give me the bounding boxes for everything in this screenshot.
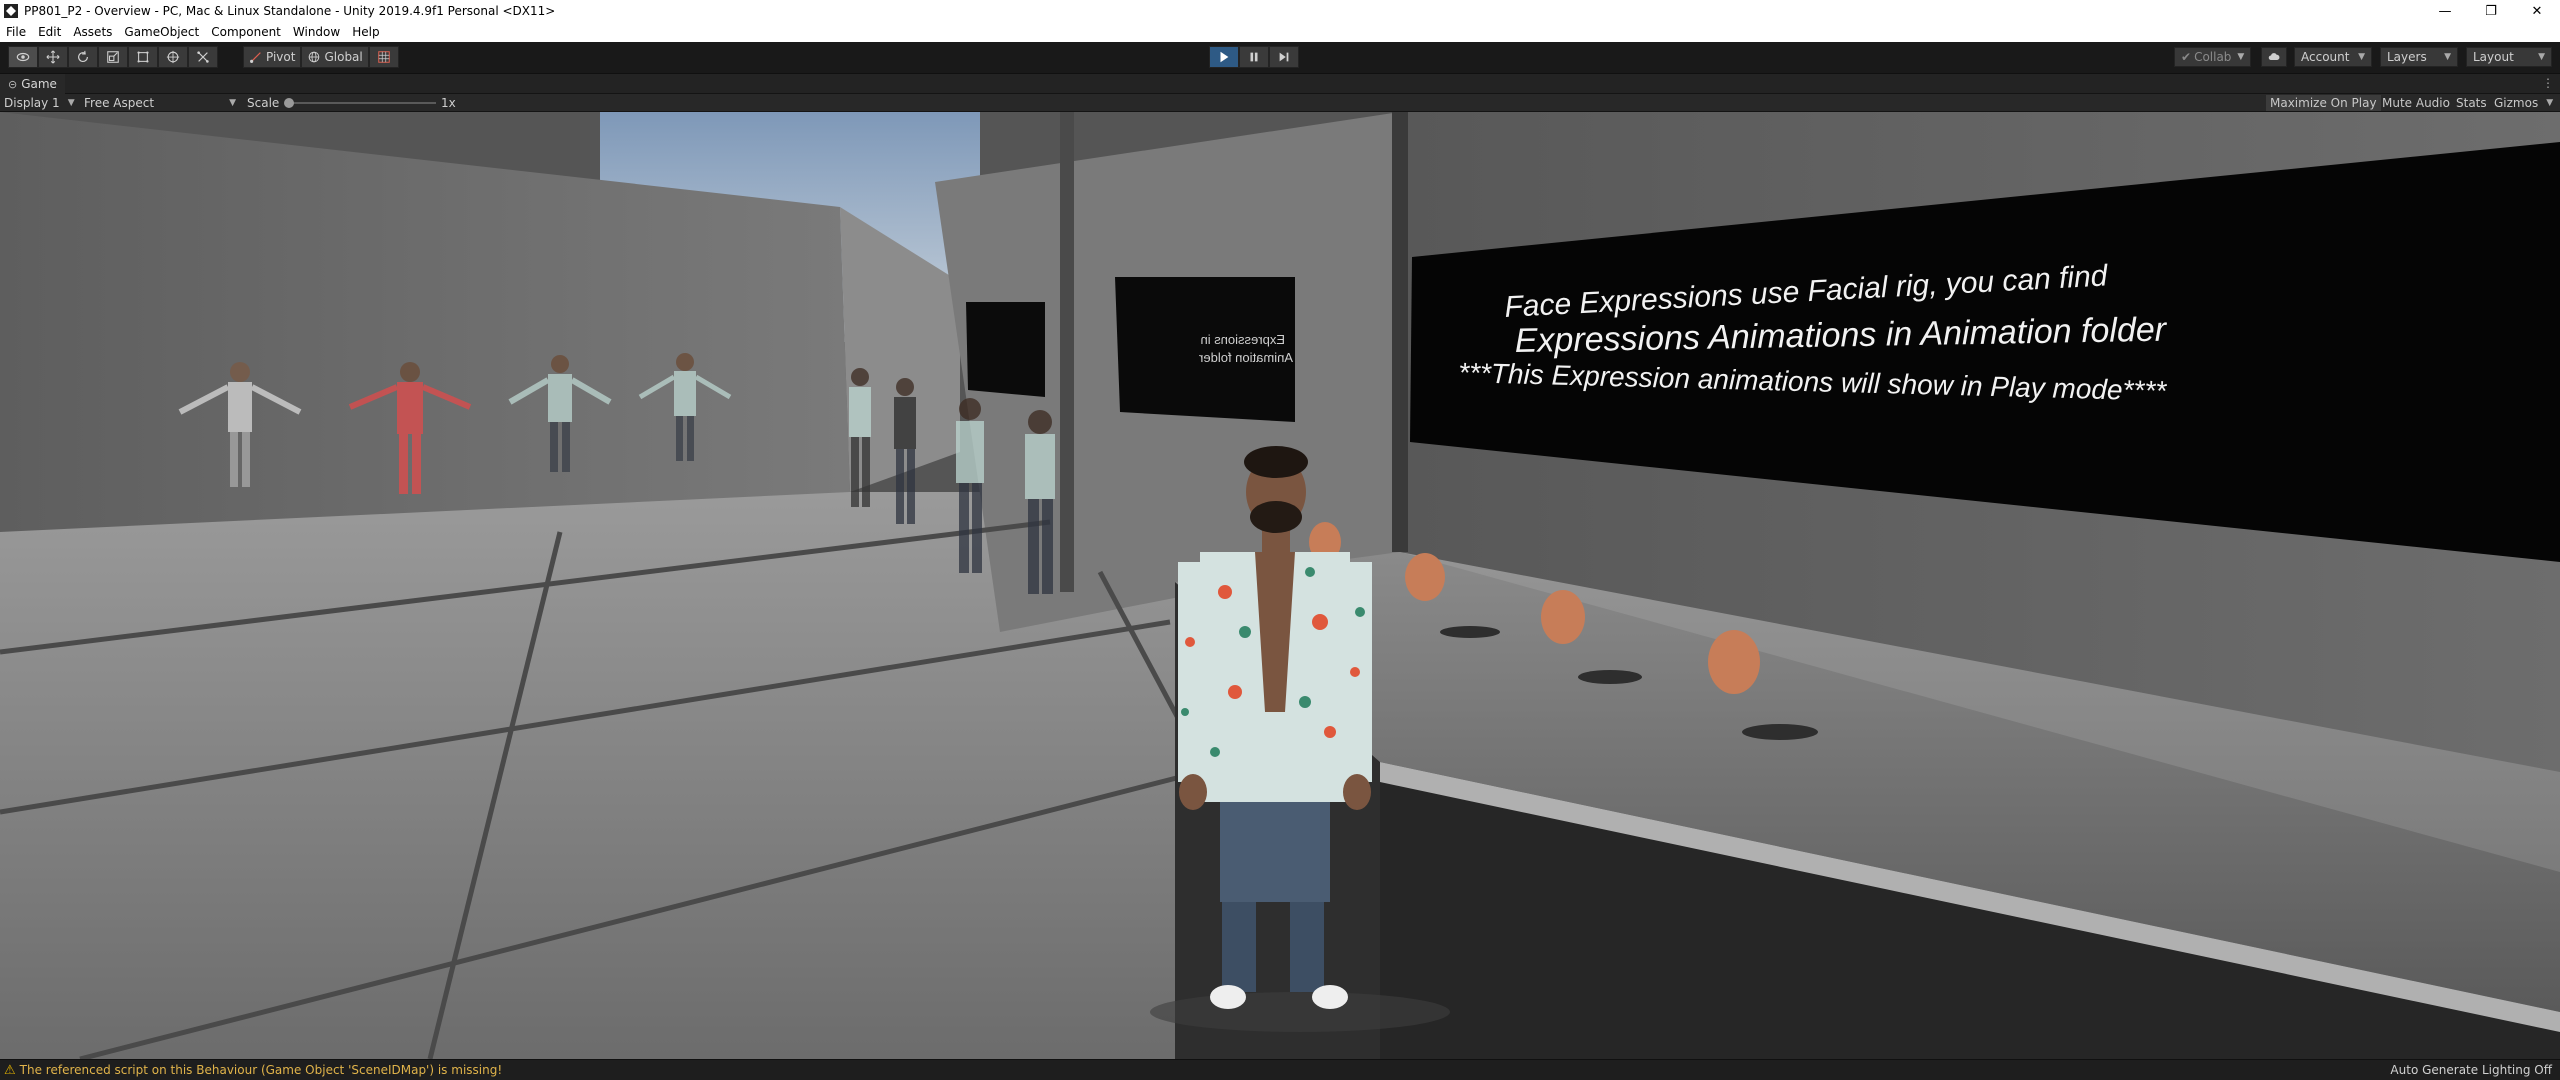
scale-slider-track[interactable] (286, 102, 436, 104)
layers-label: Layers (2387, 50, 2427, 64)
chevron-down-icon: ▼ (2444, 52, 2451, 62)
small-sign-line-2: Animation folder (1198, 350, 1293, 365)
console-message[interactable]: The referenced script on this Behaviour … (20, 1063, 503, 1077)
eye-icon (16, 52, 30, 62)
step-button[interactable] (1269, 46, 1299, 68)
scale-slider-handle[interactable] (284, 98, 294, 108)
maximize-on-play-toggle[interactable]: Maximize On Play (2266, 95, 2381, 111)
layout-label: Layout (2473, 50, 2514, 64)
rotate-tool-button[interactable] (68, 46, 98, 68)
scene-render: Face Expressions use Facial rig, you can… (0, 112, 2560, 1059)
menu-bar: File Edit Assets GameObject Component Wi… (0, 22, 2560, 42)
display-label: Display 1 (4, 96, 60, 110)
chevron-down-icon: ▼ (2358, 52, 2365, 62)
menu-component[interactable]: Component (205, 25, 287, 39)
view-tool-button[interactable] (8, 46, 38, 68)
scale-value: 1x (441, 96, 456, 110)
transform-tool-button[interactable] (158, 46, 188, 68)
menu-assets[interactable]: Assets (67, 25, 118, 39)
restore-button[interactable]: ❐ (2468, 0, 2514, 22)
minimize-button[interactable]: — (2422, 0, 2468, 22)
account-label: Account (2301, 50, 2350, 64)
cloud-button[interactable] (2261, 47, 2287, 67)
aspect-dropdown[interactable]: Free Aspect ▼ (84, 96, 236, 110)
main-toolbar: Pivot Global ✔ Collab ▼ Account ▼ Layers (0, 42, 2560, 74)
transform-tools (8, 46, 218, 68)
pause-button[interactable] (1239, 46, 1269, 68)
scale-tool-button[interactable] (98, 46, 128, 68)
transform-icon (166, 50, 180, 64)
pivot-label: Pivot (266, 50, 296, 64)
collab-check-icon: ✔ (2181, 50, 2192, 64)
window-controls: — ❐ ✕ (2422, 0, 2560, 22)
play-icon (1220, 51, 1229, 63)
chevron-down-icon: ▼ (2546, 98, 2554, 108)
game-tab-bar: ⊝ Game ⋮ (0, 74, 2560, 94)
unity-logo-icon (4, 4, 18, 18)
global-label: Global (324, 50, 363, 64)
window-title: PP801_P2 - Overview - PC, Mac & Linux St… (24, 4, 556, 18)
cloud-icon (2268, 53, 2280, 60)
stats-toggle[interactable]: Stats (2452, 95, 2491, 111)
tab-game-label: Game (21, 77, 57, 91)
small-sign-line-1: Expressions in (1200, 332, 1285, 347)
layout-dropdown[interactable]: Layout ▼ (2466, 47, 2552, 67)
globe-icon (309, 51, 320, 63)
gamepad-icon: ⊝ (8, 77, 18, 91)
gizmos-dropdown[interactable]: Gizmos ▼ (2490, 95, 2557, 111)
wall-pillar (1392, 112, 1408, 552)
aspect-label: Free Aspect (84, 96, 155, 110)
pivot-icon (250, 52, 261, 63)
tab-game[interactable]: ⊝ Game (0, 74, 65, 94)
menu-help[interactable]: Help (346, 25, 385, 39)
status-bar[interactable]: ⚠ The referenced script on this Behaviou… (0, 1059, 2560, 1080)
chevron-down-icon: ▼ (67, 98, 75, 108)
title-bar: PP801_P2 - Overview - PC, Mac & Linux St… (0, 0, 2560, 22)
pivot-toggle[interactable]: Pivot (243, 46, 302, 68)
gizmos-label: Gizmos (2494, 96, 2539, 110)
warning-icon: ⚠ (4, 1062, 16, 1078)
scale-icon (107, 51, 119, 63)
chevron-down-icon: ▼ (2538, 52, 2545, 62)
handle-toggles: Pivot Global (243, 46, 399, 68)
menu-window[interactable]: Window (287, 25, 346, 39)
display-dropdown[interactable]: Display 1 ▼ (4, 96, 75, 110)
layers-dropdown[interactable]: Layers ▼ (2380, 47, 2458, 67)
scale-label: Scale (247, 96, 280, 110)
chevron-down-icon: ▼ (229, 98, 236, 108)
mute-audio-toggle[interactable]: Mute Audio (2378, 95, 2454, 111)
grid-snap-icon (378, 51, 390, 63)
global-toggle[interactable]: Global (301, 46, 369, 68)
account-dropdown[interactable]: Account ▼ (2294, 47, 2372, 67)
move-arrows-icon (46, 50, 60, 64)
custom-tool-icon (197, 51, 209, 63)
more-options-icon[interactable]: ⋮ (2542, 76, 2554, 90)
rect-tool-button[interactable] (128, 46, 158, 68)
small-sign (966, 302, 1045, 397)
menu-gameobject[interactable]: GameObject (118, 25, 205, 39)
pause-icon (1250, 52, 1258, 62)
game-viewport[interactable]: Face Expressions use Facial rig, you can… (0, 112, 2560, 1059)
collab-label: Collab (2194, 50, 2232, 64)
rect-tool-icon (137, 51, 149, 63)
game-view-toolbar: Display 1 ▼ Free Aspect ▼ Scale 1x Maxim… (0, 94, 2560, 112)
playmode-controls (1209, 46, 1299, 68)
custom-tool-button[interactable] (188, 46, 218, 68)
move-tool-button[interactable] (38, 46, 68, 68)
rotate-icon (78, 50, 88, 63)
menu-file[interactable]: File (0, 25, 32, 39)
menu-edit[interactable]: Edit (32, 25, 67, 39)
chevron-down-icon: ▼ (2237, 52, 2245, 62)
step-icon (1279, 52, 1289, 62)
lighting-status[interactable]: Auto Generate Lighting Off (2390, 1063, 2552, 1077)
close-button[interactable]: ✕ (2514, 0, 2560, 22)
wall-pillar (1060, 112, 1074, 592)
play-button[interactable] (1209, 46, 1239, 68)
collab-dropdown[interactable]: ✔ Collab ▼ (2174, 47, 2252, 67)
snap-toggle[interactable] (368, 46, 399, 68)
